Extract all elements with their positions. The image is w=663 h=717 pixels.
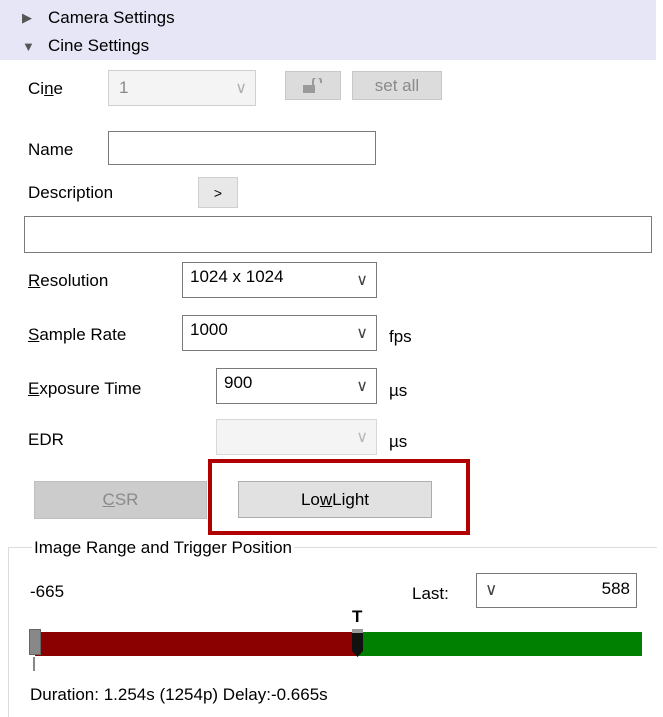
cine-dropdown[interactable]: 1 ∨ bbox=[108, 70, 256, 106]
edr-unit: µs bbox=[389, 432, 408, 451]
trigger-handle[interactable] bbox=[352, 629, 363, 657]
lock-icon bbox=[303, 77, 322, 93]
edr-dropdown[interactable]: ∨ bbox=[216, 419, 377, 455]
sample-rate-label: Sample Rate bbox=[28, 325, 127, 344]
pre-trigger-segment bbox=[35, 632, 357, 656]
cine-value: 1 bbox=[119, 78, 129, 97]
trigger-bar bbox=[29, 629, 642, 657]
name-label: Name bbox=[28, 140, 74, 159]
last-dropdown[interactable]: ∨ 588 bbox=[476, 573, 637, 608]
exposure-dropdown[interactable]: 900 ∨ bbox=[216, 368, 377, 404]
expand-arrow-icon: > bbox=[213, 184, 223, 201]
chevron-down-icon: ∨ bbox=[485, 580, 498, 599]
collapsed-triangle-icon: ▶ bbox=[22, 10, 32, 25]
description-label: Description bbox=[28, 183, 114, 202]
lock-button[interactable] bbox=[285, 71, 341, 100]
exposure-value: 900 bbox=[224, 373, 253, 392]
sample-rate-dropdown[interactable]: 1000 ∨ bbox=[182, 315, 377, 351]
exposure-label: Exposure Time bbox=[28, 379, 142, 398]
resolution-dropdown[interactable]: 1024 x 1024 ∨ bbox=[182, 262, 377, 298]
csr-button[interactable]: C SR bbox=[34, 481, 207, 519]
chevron-down-icon: ∨ bbox=[356, 272, 368, 289]
last-value: 588 bbox=[601, 579, 630, 598]
last-label: Last: bbox=[412, 584, 449, 603]
camera-settings-label: Camera Settings bbox=[48, 8, 175, 27]
trigger-handle-icon bbox=[352, 629, 363, 657]
description-input[interactable] bbox=[24, 216, 652, 253]
camera-settings-section[interactable]: ▶ Camera Settings bbox=[22, 8, 175, 28]
duration-text: Duration: 1.254s (1254p) Delay:-0.665s bbox=[30, 685, 328, 704]
start-tick bbox=[33, 657, 35, 671]
trigger-marker-label: T bbox=[352, 607, 363, 626]
resolution-label: Resolution bbox=[28, 271, 109, 290]
post-trigger-segment bbox=[357, 632, 642, 656]
chevron-down-icon: ∨ bbox=[356, 378, 368, 395]
resolution-value: 1024 x 1024 bbox=[190, 267, 284, 286]
exposure-unit: µs bbox=[389, 381, 408, 400]
start-handle[interactable] bbox=[29, 629, 41, 655]
expanded-triangle-icon: ▼ bbox=[22, 38, 35, 54]
chevron-down-icon: ∨ bbox=[235, 80, 247, 97]
cine-label: Cine bbox=[28, 79, 63, 98]
sample-rate-unit: fps bbox=[389, 327, 412, 346]
range-group-title: Image Range and Trigger Position bbox=[32, 538, 294, 558]
range-first-value: -665 bbox=[30, 582, 65, 601]
low-light-button[interactable]: Lo w Light bbox=[238, 481, 432, 518]
description-expand-button[interactable]: > bbox=[198, 177, 238, 208]
sample-rate-value: 1000 bbox=[190, 320, 228, 339]
cine-settings-section[interactable]: ▼ Cine Settings bbox=[22, 36, 149, 56]
set-all-label: set all bbox=[374, 75, 420, 95]
chevron-down-icon: ∨ bbox=[356, 325, 368, 342]
chevron-down-icon: ∨ bbox=[356, 429, 368, 446]
set-all-button[interactable]: set all bbox=[352, 71, 442, 100]
edr-label: EDR bbox=[28, 430, 64, 449]
name-input[interactable] bbox=[108, 131, 376, 165]
cine-settings-label: Cine Settings bbox=[48, 36, 150, 55]
